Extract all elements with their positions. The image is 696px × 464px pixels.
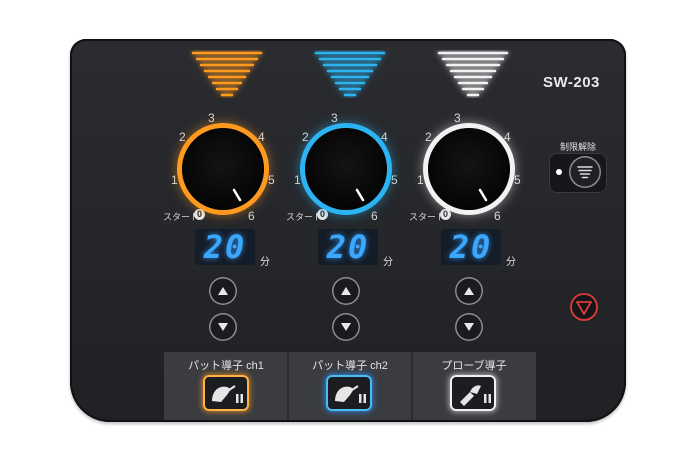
dial-pointer-icon [478,188,488,202]
release-icon [577,166,593,179]
arrow-down-icon [341,323,351,331]
release-label: 制限解除 [559,142,596,152]
timer-display: 20 [441,229,501,265]
release-button[interactable] [569,156,601,188]
output-dial[interactable] [428,128,510,210]
connector-port-probe[interactable] [450,375,496,411]
time-down-button[interactable] [455,313,483,341]
stop-icon [570,293,598,321]
zero-label: 0 [440,209,451,220]
pad-connector-icon [212,385,243,403]
scale-label-3: 3 [208,111,215,125]
scale-label-6: 6 [494,209,501,223]
arrow-down-icon [464,323,474,331]
output-dial[interactable] [182,128,264,210]
dial-pointer-icon [232,188,242,202]
zero-label: 0 [194,209,205,220]
scale-label-1: 1 [417,173,424,187]
probe-connector-icon [460,385,491,406]
scale-label-1: 1 [294,173,301,187]
connector-label-probe: プローブ導子 [441,360,507,372]
connector-port-ch2[interactable] [326,375,372,411]
time-down-button[interactable] [332,313,360,341]
zero-label: 0 [317,209,328,220]
release-indicator-icon [556,169,562,175]
time-up-button[interactable] [332,277,360,305]
connector-port-ch1[interactable] [203,375,249,411]
time-up-button[interactable] [455,277,483,305]
timer-display: 20 [195,229,255,265]
scale-label-6: 6 [371,209,378,223]
timer-display: 20 [318,229,378,265]
scale-label-6: 6 [248,209,255,223]
arrow-down-icon [218,323,228,331]
output-dial[interactable] [305,128,387,210]
pad-connector-icon [335,385,366,403]
connector-label-ch1: パット導子 ch1 [188,360,264,372]
arrow-up-icon [464,287,474,295]
time-down-button[interactable] [209,313,237,341]
scale-label-3: 3 [454,111,461,125]
arrow-up-icon [218,287,228,295]
stop-button[interactable] [569,292,599,322]
scale-label-3: 3 [331,111,338,125]
dial-pointer-icon [355,188,365,202]
minute-unit: 分 [506,257,516,268]
scale-label-5: 5 [514,173,521,187]
arrow-up-icon [341,287,351,295]
scale-label-1: 1 [171,173,178,187]
time-up-button[interactable] [209,277,237,305]
connector-label-ch2: パット導子 ch2 [312,360,388,372]
